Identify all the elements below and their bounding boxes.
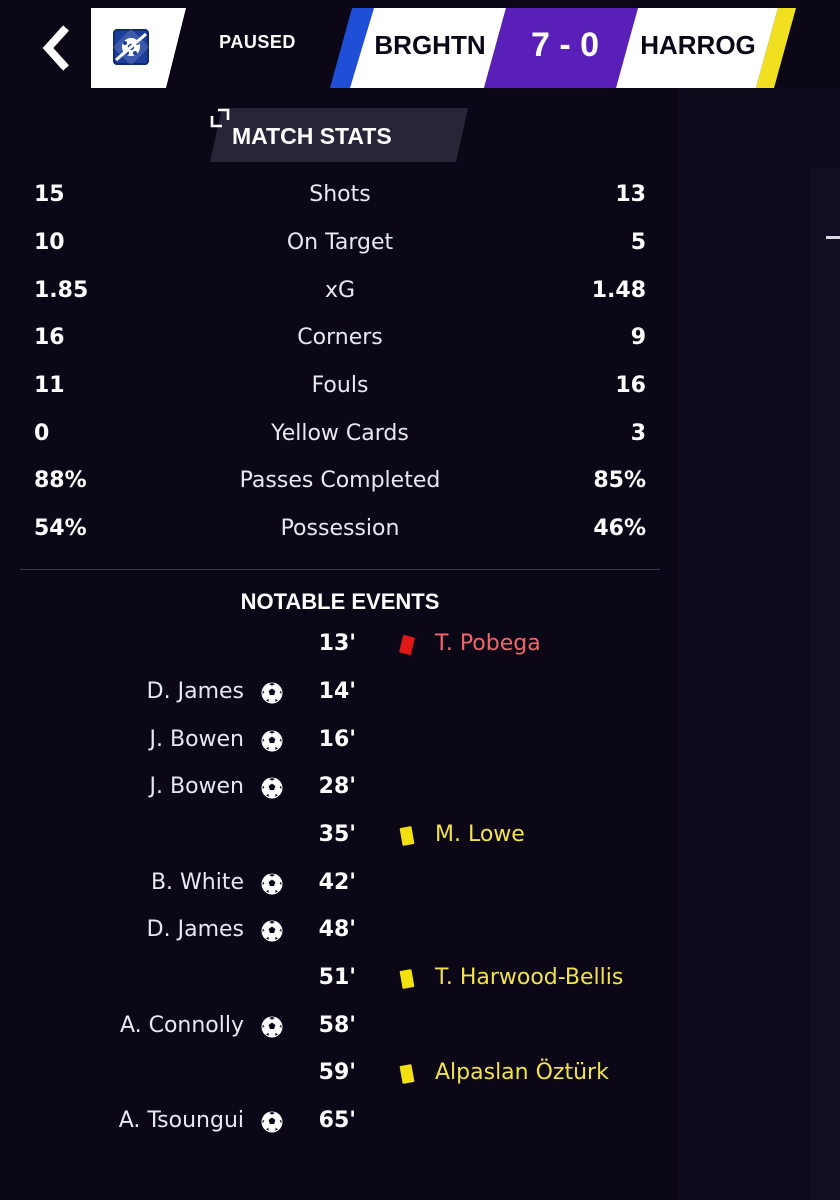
event-minute: 16' (318, 727, 356, 752)
score: 7 - 0 (530, 26, 600, 64)
notable-events-title: NOTABLE EVENTS (240, 589, 440, 614)
football-icon (261, 920, 283, 942)
event-minute: 48' (318, 917, 356, 942)
event-home-player: B. White (150, 870, 244, 895)
football-icon (261, 1016, 283, 1038)
stat-label: On Target (286, 230, 394, 255)
yellow-card-icon (399, 969, 415, 989)
away-team-name: HARROG (640, 30, 756, 60)
expand-icon[interactable] (210, 108, 230, 128)
stat-row-passes-completed: 88% Passes Completed 85% (34, 468, 646, 498)
event-row[interactable]: 13' T. Pobega (0, 631, 680, 661)
match-header: PAUSED BRGHTN 7 - 0 HARROG (0, 0, 840, 88)
event-minute: 51' (318, 965, 356, 990)
red-card-icon (399, 635, 415, 655)
stat-label: Corners (297, 325, 383, 350)
event-away-player: M. Lowe (435, 822, 525, 847)
event-row[interactable]: D. James 14' (0, 679, 680, 709)
stat-away-value: 3 (630, 421, 646, 446)
football-icon (261, 873, 283, 895)
stat-label: Shots (309, 182, 371, 207)
football-icon (261, 1111, 283, 1133)
event-home-player: A. Connolly (119, 1013, 244, 1038)
event-minute: 35' (318, 822, 356, 847)
stat-away-value: 1.48 (591, 278, 646, 303)
stat-row-yellow-cards: 0 Yellow Cards 3 (34, 421, 646, 451)
football-icon (261, 730, 283, 752)
stat-label: Yellow Cards (271, 421, 409, 446)
match-stats-tab[interactable]: MATCH STATS (210, 108, 468, 162)
stat-row-fouls: 11 Fouls 16 (34, 373, 646, 403)
event-row[interactable]: 51' T. Harwood-Bellis (0, 965, 680, 995)
stat-row-on-target: 10 On Target 5 (34, 230, 646, 260)
event-minute: 65' (318, 1108, 356, 1133)
event-row[interactable]: A. Connolly 58' (0, 1013, 680, 1043)
event-away-player: T. Harwood-Bellis (435, 965, 624, 990)
stat-row-corners: 16 Corners 9 (34, 325, 646, 355)
event-row[interactable]: D. James 48' (0, 917, 680, 947)
match-status: PAUSED (219, 32, 296, 52)
chevron-left-icon (42, 25, 69, 71)
section-divider (20, 569, 660, 570)
stat-home-value: 11 (34, 373, 65, 398)
football-icon (261, 682, 283, 704)
stat-away-value: 13 (615, 182, 646, 207)
stat-home-value: 54% (34, 516, 87, 541)
event-row[interactable]: A. Tsoungui 65' (0, 1108, 680, 1138)
stat-away-value: 85% (593, 468, 646, 493)
event-home-player: D. James (146, 917, 244, 942)
event-away-player: T. Pobega (435, 631, 541, 656)
stat-home-value: 1.85 (34, 278, 89, 303)
stat-row-shots: 15 Shots 13 (34, 182, 646, 212)
event-minute: 13' (318, 631, 356, 656)
home-team-name: BRGHTN (374, 30, 486, 60)
event-minute: 28' (318, 774, 356, 799)
stat-away-value: 16 (615, 373, 646, 398)
event-minute: 58' (318, 1013, 356, 1038)
event-home-player: J. Bowen (149, 727, 245, 752)
stat-home-value: 16 (34, 325, 65, 350)
event-home-player: A. Tsoungui (118, 1108, 244, 1133)
event-home-player: J. Bowen (149, 774, 245, 799)
match-stats-label: MATCH STATS (232, 123, 392, 149)
stat-home-value: 10 (34, 230, 65, 255)
football-icon (261, 777, 283, 799)
event-home-player: D. James (146, 679, 244, 704)
match-screen: PAUSED BRGHTN 7 - 0 HARROG MATCH STATS 1… (0, 0, 840, 1200)
club-logo-icon[interactable] (112, 28, 150, 66)
stat-home-value: 0 (34, 421, 50, 446)
yellow-card-icon (399, 1064, 415, 1084)
event-row[interactable]: J. Bowen 28' (0, 774, 680, 804)
stat-label: Fouls (311, 373, 369, 398)
event-row[interactable]: 35' M. Lowe (0, 822, 680, 852)
stat-row-possession: 54% Possession 46% (34, 516, 646, 546)
event-minute: 14' (318, 679, 356, 704)
side-panel-inner (810, 168, 840, 1200)
event-minute: 42' (318, 870, 356, 895)
back-button[interactable] (30, 18, 90, 78)
yellow-card-icon (399, 826, 415, 846)
stat-away-value: 5 (630, 230, 646, 255)
event-away-player: Alpaslan Öztürk (435, 1060, 609, 1085)
stat-home-value: 15 (34, 182, 65, 207)
stat-home-value: 88% (34, 468, 87, 493)
event-row[interactable]: 59' Alpaslan Öztürk (0, 1060, 680, 1090)
stat-away-value: 9 (630, 325, 646, 350)
stat-away-value: 46% (593, 516, 646, 541)
event-row[interactable]: J. Bowen 16' (0, 727, 680, 757)
stat-label: Passes Completed (239, 468, 441, 493)
stat-label: Possession (280, 516, 400, 541)
event-row[interactable]: B. White 42' (0, 870, 680, 900)
stat-row-xg: 1.85 xG 1.48 (34, 278, 646, 308)
event-minute: 59' (318, 1060, 356, 1085)
club-badge-panel-edge (160, 8, 186, 88)
side-panel-marker (826, 236, 840, 239)
stat-label: xG (324, 278, 356, 303)
